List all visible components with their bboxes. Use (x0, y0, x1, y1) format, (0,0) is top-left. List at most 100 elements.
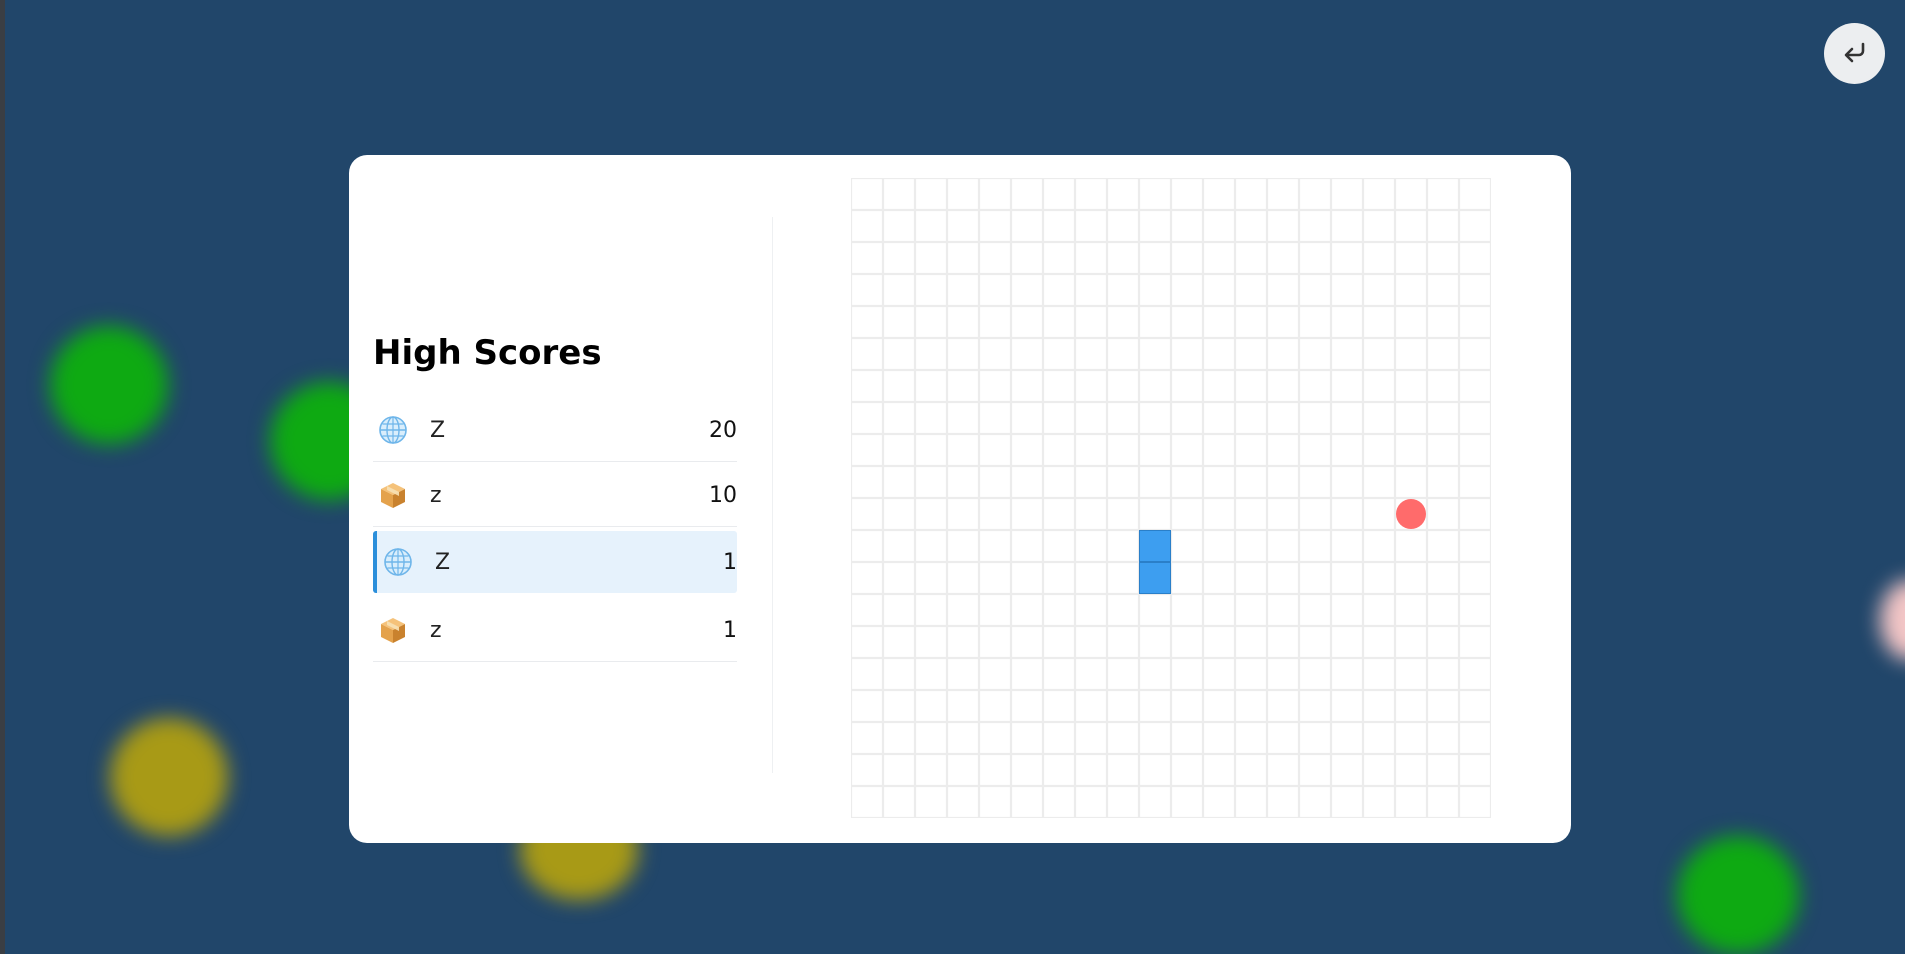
board-cell (1234, 625, 1268, 659)
return-arrow-icon (1839, 36, 1871, 72)
board-cell (1362, 497, 1396, 531)
panel-divider (772, 217, 773, 773)
board-cell (1298, 625, 1332, 659)
board-cell (1362, 721, 1396, 755)
board-cell (1362, 529, 1396, 563)
board-cell (1362, 273, 1396, 307)
board-cell (1426, 178, 1460, 211)
board-cell (1042, 561, 1076, 595)
score-row: z1 (373, 599, 737, 662)
board-cell (1106, 433, 1140, 467)
board-cell (1426, 561, 1460, 595)
board-cell (1042, 369, 1076, 403)
board-cell (1074, 529, 1108, 563)
board-cell (1042, 689, 1076, 723)
board-cell (851, 209, 884, 243)
board-cell (1202, 305, 1236, 339)
board-cell (1042, 529, 1076, 563)
board-cell (1362, 369, 1396, 403)
board-cell (946, 465, 980, 499)
board-cell (914, 753, 948, 787)
board-cell (978, 657, 1012, 691)
board-cell (1234, 561, 1268, 595)
board-cell (1394, 561, 1428, 595)
board-cell (1202, 657, 1236, 691)
board-cell (1426, 721, 1460, 755)
back-button[interactable] (1824, 23, 1885, 84)
board-cell (978, 465, 1012, 499)
board-cell (1426, 337, 1460, 371)
board-cell (1330, 433, 1364, 467)
board-cell (1010, 561, 1044, 595)
board-cell (1458, 209, 1491, 243)
board-cell (1106, 497, 1140, 531)
board-cell (1138, 593, 1172, 627)
board-cell (1074, 178, 1108, 211)
board-cell (914, 433, 948, 467)
board-cell (882, 178, 916, 211)
board-cell (851, 241, 884, 275)
board-cell (1010, 721, 1044, 755)
board-cell (1010, 241, 1044, 275)
player-score: 1 (723, 617, 737, 643)
board-cell (1394, 433, 1428, 467)
board-cell (1426, 785, 1460, 818)
board-cell (1458, 529, 1491, 563)
board-cell (882, 689, 916, 723)
board-cell (1106, 593, 1140, 627)
board-cell (1362, 625, 1396, 659)
board-cell (1458, 401, 1491, 435)
game-board[interactable] (851, 178, 1491, 818)
board-cell (978, 178, 1012, 211)
board-cell (1010, 785, 1044, 818)
board-cell (1458, 433, 1491, 467)
board-cell (1362, 401, 1396, 435)
window-edge (0, 0, 5, 954)
board-cell (1394, 721, 1428, 755)
board-cell (1170, 657, 1204, 691)
board-cell (1266, 593, 1300, 627)
player-name: Z (435, 549, 451, 575)
board-cell (1138, 401, 1172, 435)
board-cell (1042, 401, 1076, 435)
background-blob (110, 718, 228, 836)
board-cell (1394, 465, 1428, 499)
board-cell (1458, 337, 1491, 371)
board-cell (1074, 401, 1108, 435)
board-cell (1298, 337, 1332, 371)
board-cell (1202, 209, 1236, 243)
board-cell (1010, 625, 1044, 659)
board-cell (978, 305, 1012, 339)
board-cell (1394, 593, 1428, 627)
high-scores-title: High Scores (373, 333, 602, 373)
board-cell (1074, 593, 1108, 627)
player-name: Z (430, 417, 446, 443)
board-cell (1010, 593, 1044, 627)
board-cell (978, 433, 1012, 467)
board-cell (1426, 241, 1460, 275)
board-cell (1330, 337, 1364, 371)
board-cell (1234, 178, 1268, 211)
board-cell (1234, 593, 1268, 627)
board-cell (1106, 785, 1140, 818)
board-cell (946, 721, 980, 755)
board-cell (1266, 401, 1300, 435)
board-cell (1298, 305, 1332, 339)
board-cell (1010, 753, 1044, 787)
board-cell (1074, 753, 1108, 787)
board-cell (1266, 497, 1300, 531)
board-cell (1138, 753, 1172, 787)
board-cell (1074, 273, 1108, 307)
board-cell (882, 209, 916, 243)
game-board-canvas (851, 178, 1491, 818)
board-cell (1426, 401, 1460, 435)
board-cell (1394, 529, 1428, 563)
board-cell (978, 785, 1012, 818)
board-cell (1266, 753, 1300, 787)
board-cell (1330, 369, 1364, 403)
board-cell (1330, 593, 1364, 627)
board-cell (1266, 305, 1300, 339)
board-cell (1266, 561, 1300, 595)
board-cell (1074, 433, 1108, 467)
board-cell (914, 497, 948, 531)
